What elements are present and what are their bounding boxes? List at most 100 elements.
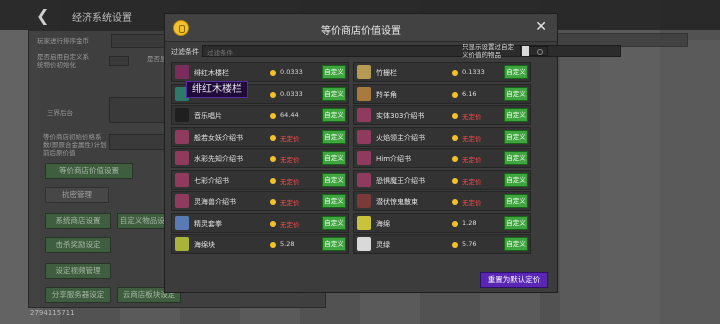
item-icon [357,65,371,79]
custom-value-button[interactable]: 自定义 [504,65,528,79]
custom-value-button[interactable]: 自定义 [504,86,528,101]
custom-value-button[interactable]: 自定义 [504,108,528,122]
item-name: 竹栅栏 [376,69,397,77]
list-item: 恐惧魔王介绍书 无定价 自定义 [353,169,531,190]
item-name: 般若女妖介绍书 [194,133,243,142]
item-icon [357,151,371,165]
item-name: 实体303介绍书 [376,112,425,120]
coin-icon [270,70,276,76]
list-item: 般若女妖介绍书 无定价 自定义 [171,126,349,147]
item-tooltip: 绯红木楼栏 [186,81,248,98]
custom-value-button[interactable]: 自定义 [322,129,346,144]
item-price: 无定价 [280,199,300,207]
item-price: 1.28 [462,218,477,227]
close-icon[interactable]: ✕ [535,19,547,35]
item-price: 无定价 [462,113,482,121]
stone-block [560,40,720,324]
item-name: 水彩先知介绍书 [194,155,243,163]
list-item: 精灵套拳 无定价 自定义 [171,212,349,233]
coin-icon [452,199,458,205]
item-icon [175,172,189,187]
label: 三界后台 [47,109,73,117]
item-icon [175,108,189,122]
coin-icon [270,199,276,205]
item-name: 精灵套拳 [194,219,222,228]
anti-button[interactable]: 抗密管理 [45,187,109,203]
list-item: 海绵 1.28 自定义 [353,212,531,233]
list-item: 潜伏惊鬼散束 无定价 自定义 [353,191,531,211]
filter-label: 过滤条件 [171,48,199,56]
share-server-button[interactable]: 分享服务器设定 [45,287,111,303]
item-price: 无定价 [280,134,300,143]
custom-value-button[interactable]: 自定义 [322,86,346,101]
item-price: 0.0333 [280,89,303,98]
item-name: 七彩介绍书 [194,176,229,185]
equivalent-shop-value-dialog: 等价商店价值设置 ✕ 过滤条件 过滤条件 只显示设置过自定义价值的物品 绯红木楼… [164,13,621,293]
coin-icon [452,91,458,98]
item-price: 无定价 [462,177,482,186]
label: 是否启用自定义系统物价初始化 [37,53,89,69]
coin-icon [452,220,458,227]
system-shop-button[interactable]: 系统商店设置 [45,213,111,229]
custom-value-button[interactable]: 自定义 [322,194,346,208]
item-icon [357,194,371,208]
item-name: 音乐唱片 [194,112,222,120]
item-name: 灵海兽介绍书 [194,198,236,206]
custom-value-button[interactable]: 自定义 [322,215,346,230]
item-price: 0.1333 [462,68,485,76]
coin-icon [270,177,276,184]
settings-title: 经济系统设置 [72,13,132,24]
item-name: 火焰领主介绍书 [376,133,425,142]
item-icon [357,172,371,187]
coin-icon [270,220,276,227]
item-price: 无定价 [280,177,300,186]
coin-icon [270,156,276,162]
item-name: 海绵块 [194,241,215,249]
list-item: 灵海兽介绍书 无定价 自定义 [171,191,349,211]
field[interactable] [109,97,169,123]
item-name: 灵绿 [376,241,390,249]
custom-value-button[interactable]: 自定义 [504,129,528,144]
list-item: 竹栅栏 0.1333 自定义 [353,62,531,82]
custom-value-button[interactable]: 自定义 [504,151,528,165]
item-icon [357,108,371,122]
item-name: 海绵 [376,219,390,228]
custom-value-button[interactable]: 自定义 [504,194,528,208]
list-item: 火焰领主介绍书 无定价 自定义 [353,126,531,147]
list-item: 绯红木楼栏 0.0333 自定义 [171,62,349,82]
item-price: 64.44 [280,111,299,119]
equivalent-shop-button[interactable]: 等价商店价值设置 [45,163,133,179]
list-item: Him介绍书 无定价 自定义 [353,148,531,168]
item-name: 绯红木楼栏 [194,69,229,77]
coin-icon [452,113,458,119]
list-item: 羚羊角 6.16 自定义 [353,83,531,104]
list-item: 灵绿 5.76 自定义 [353,234,531,254]
item-price: 无定价 [280,220,300,229]
dialog-header: 等价商店价值设置 ✕ [165,14,557,42]
reset-default-button[interactable]: 重置为默认定价 [480,272,548,288]
only-custom-toggle[interactable] [520,46,548,56]
coin-icon [452,134,458,141]
field[interactable] [109,134,169,150]
item-icon [175,129,189,144]
item-icon [175,215,189,230]
custom-value-button[interactable]: 自定义 [322,65,346,79]
item-price: 5.76 [462,240,477,248]
custom-value-button[interactable]: 自定义 [322,237,346,251]
list-item: 实体303介绍书 无定价 自定义 [353,105,531,125]
kill-reward-button[interactable]: 击杀奖励设定 [45,237,111,253]
back-arrow-icon[interactable]: ❮ [36,6,49,25]
custom-value-button[interactable]: 自定义 [322,108,346,122]
list-item: 音乐唱片 64.44 自定义 [171,105,349,125]
item-price: 0.0333 [280,68,303,76]
custom-value-button[interactable]: 自定义 [504,172,528,187]
item-price: 无定价 [462,156,482,164]
toggle[interactable] [109,56,129,66]
custom-value-button[interactable]: 自定义 [504,237,528,251]
custom-value-button[interactable]: 自定义 [322,172,346,187]
custom-value-button[interactable]: 自定义 [322,151,346,165]
custom-value-button[interactable]: 自定义 [504,215,528,230]
video-manage-button[interactable]: 设定视频管理 [45,263,111,279]
filter-input[interactable]: 过滤条件 [202,45,621,57]
list-item: 海绵块 5.28 自定义 [171,234,349,254]
